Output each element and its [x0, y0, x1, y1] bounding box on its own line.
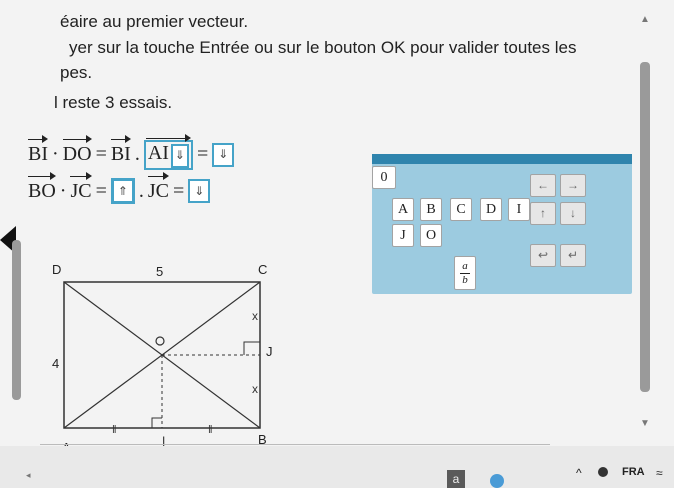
- tray-chevron-icon[interactable]: ^: [576, 466, 582, 480]
- language-indicator[interactable]: FRA: [622, 466, 645, 478]
- tray-app-icon[interactable]: [598, 467, 608, 477]
- taskbar-divider: [40, 444, 550, 445]
- equal-mark-2: ‖: [208, 424, 213, 436]
- geometry-figure: x x ‖ ‖: [63, 281, 261, 436]
- cross-mark-1: x: [252, 309, 258, 323]
- taskbar: [0, 446, 674, 488]
- taskbar-chevron-icon[interactable]: ◂: [26, 470, 31, 481]
- right-angle-mark-j: [243, 341, 260, 355]
- app-icon-a[interactable]: a: [447, 470, 465, 488]
- right-angle-mark-bottom: [151, 417, 162, 428]
- equal-mark-1: ‖: [112, 424, 117, 436]
- point-o: [155, 336, 165, 346]
- wifi-icon[interactable]: ≈: [656, 466, 663, 480]
- cross-mark-2: x: [252, 382, 258, 396]
- browser-icon[interactable]: [490, 474, 504, 488]
